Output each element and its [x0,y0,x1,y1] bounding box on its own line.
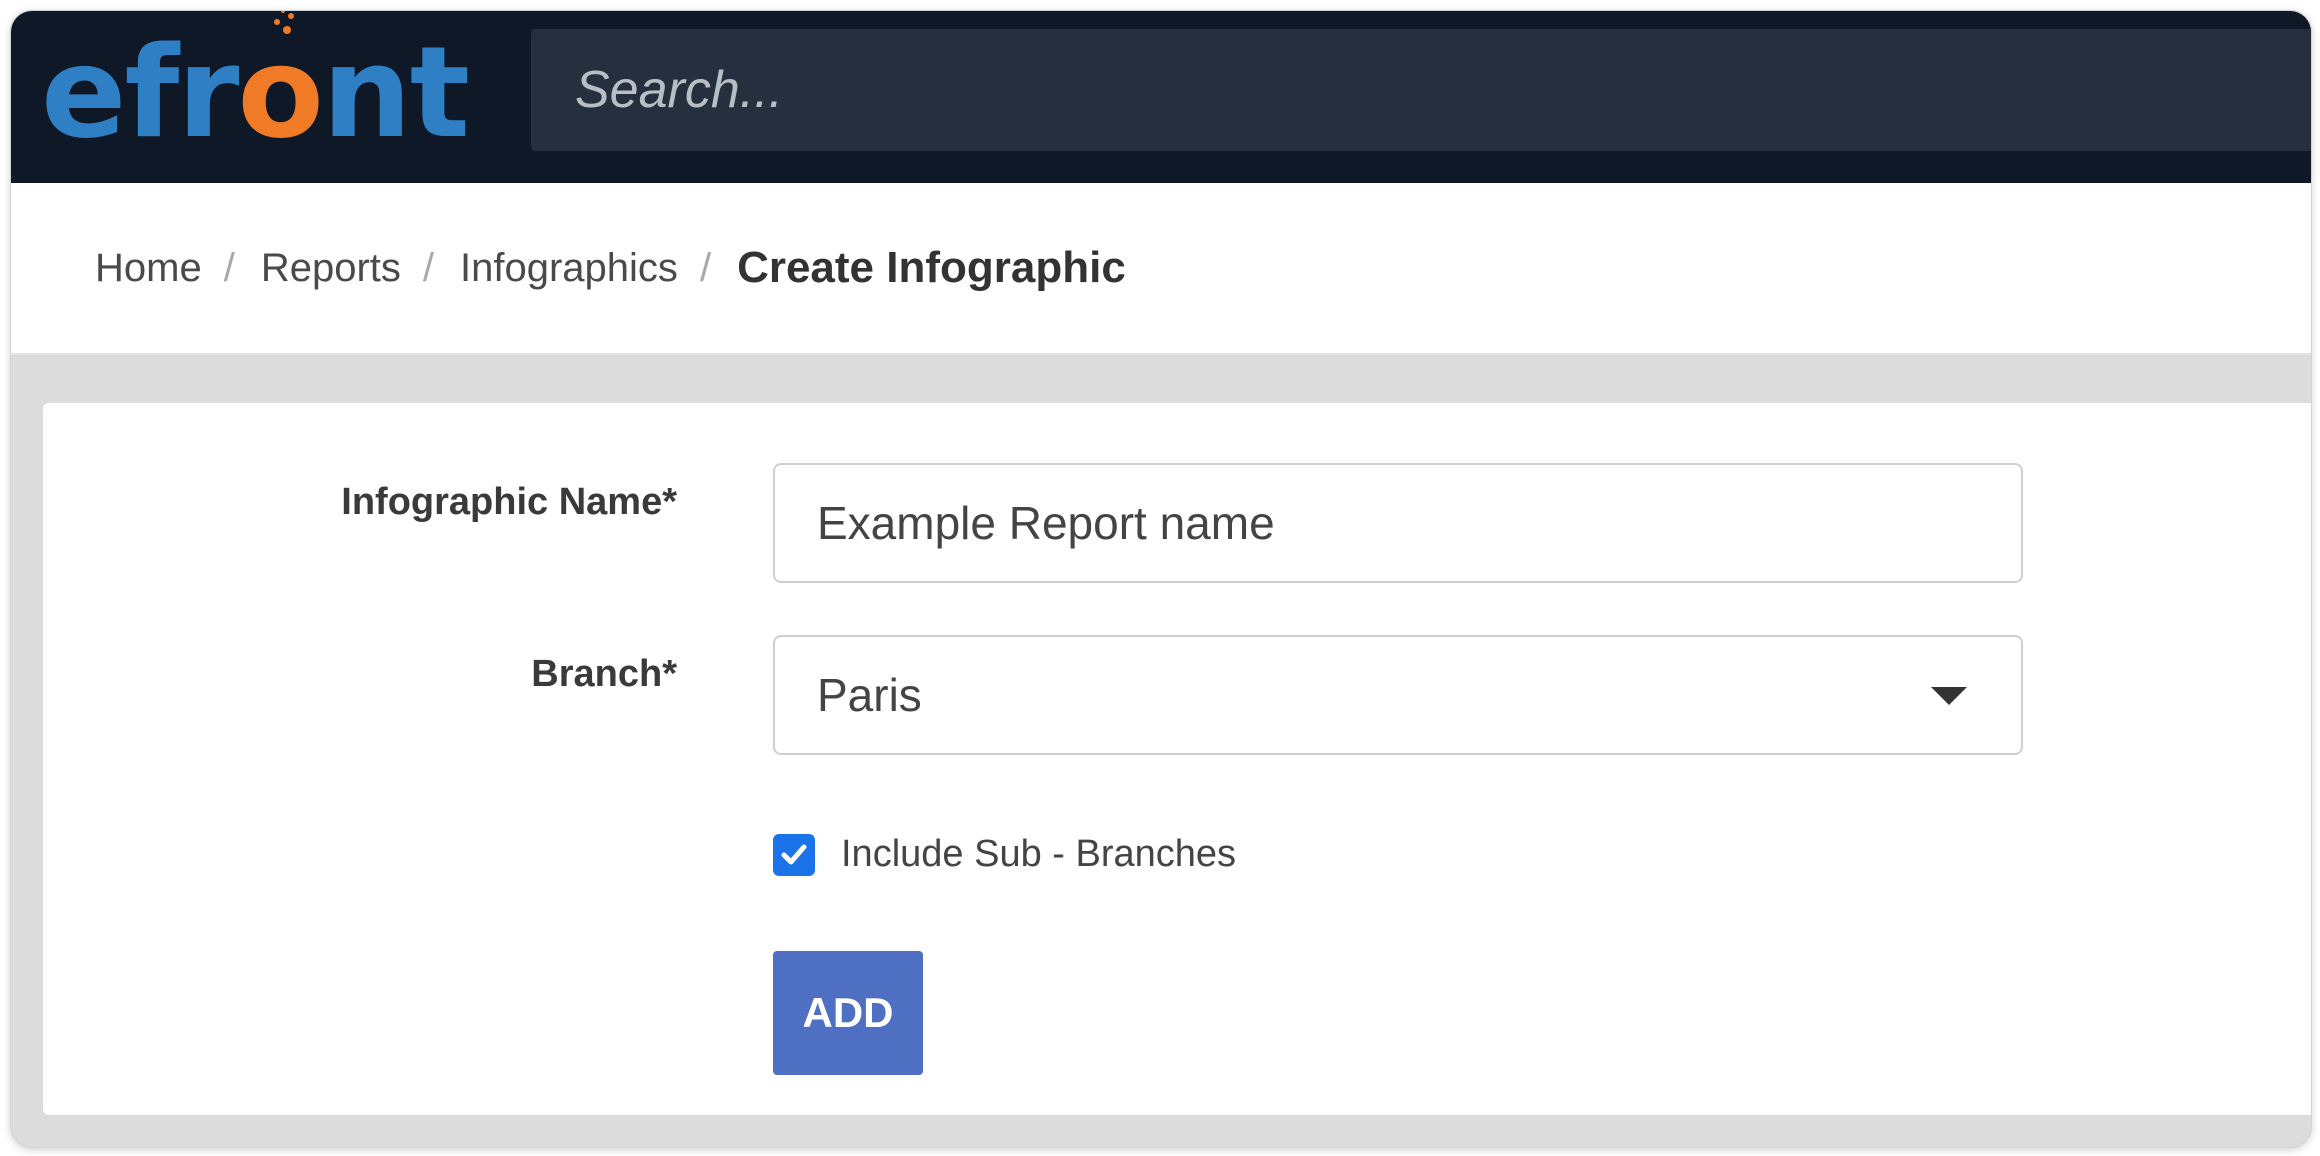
include-sub-branches-row: Include Sub - Branches [773,833,1236,876]
efront-logo[interactable]: efr o nt [41,11,470,166]
search-input[interactable] [573,59,2311,121]
logo-text-suffix: nt [322,19,470,166]
logo-text-prefix: efr [41,19,239,166]
include-sub-branches-checkbox[interactable] [773,833,815,876]
breadcrumb-home[interactable]: Home [95,246,202,291]
breadcrumb-reports[interactable]: Reports [261,246,401,291]
breadcrumb-current-page: Create Infographic [737,243,1126,292]
check-icon [781,844,807,864]
search-box [531,29,2311,151]
breadcrumb-separator: / [422,245,435,290]
breadcrumb-separator: / [699,245,712,290]
branch-select[interactable]: Paris [773,635,2023,755]
caret-down-icon [1931,687,1967,705]
logo-sparks-icon [274,11,295,34]
branch-selected-value: Paris [817,669,922,721]
breadcrumb-separator: / [223,245,235,290]
top-navbar: efr o nt [11,11,2311,183]
create-infographic-form: Infographic Name* Branch* Paris Include … [43,403,2311,1115]
app-window: efront Home / Reports / Infographics / C… [10,10,2312,1148]
infographic-name-input[interactable] [773,463,2023,583]
add-button[interactable]: ADD [773,951,923,1075]
breadcrumb-infographics[interactable]: Infographics [460,246,678,291]
branch-label: Branch* [531,653,677,695]
infographic-name-label: Infographic Name* [341,481,677,523]
logo-text-o: o [237,11,324,156]
breadcrumb: Home / Reports / Infographics / Create I… [11,183,2311,355]
include-sub-branches-label[interactable]: Include Sub - Branches [841,833,1236,876]
